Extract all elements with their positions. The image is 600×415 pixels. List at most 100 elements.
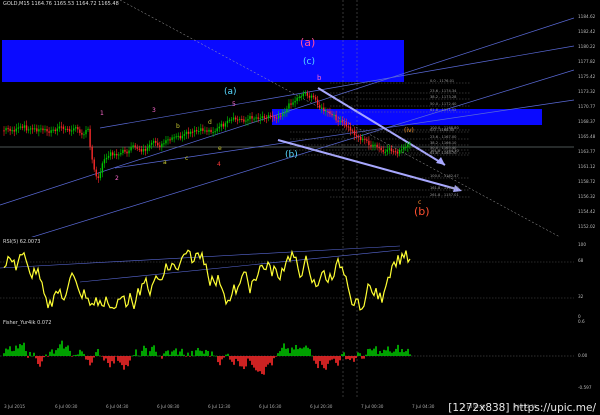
candle-body [271, 116, 274, 118]
candle-body [52, 129, 54, 131]
candle-body [23, 125, 26, 128]
candle-body [316, 99, 319, 106]
fisher-histogram-bar [171, 351, 173, 356]
fisher-histogram-bar [237, 356, 239, 362]
candle-body [222, 123, 225, 127]
candle-body [191, 131, 194, 133]
candle-body [152, 141, 155, 143]
candle-body [298, 97, 300, 99]
fisher-histogram-bar [3, 353, 5, 356]
candle-body [107, 155, 110, 158]
candle-body [224, 123, 227, 127]
fisher-histogram-bar [291, 347, 293, 356]
fisher-panel[interactable]: Fisher_Yur4ik 0.072 [0, 319, 574, 399]
time-tick-label: 6 Jul 16:30 [259, 404, 282, 409]
candle-body [5, 128, 7, 131]
fisher-histogram-bar [353, 356, 355, 362]
fisher-histogram-bar [217, 356, 219, 363]
candle-body [409, 143, 411, 145]
candle-body [150, 142, 153, 145]
rsi-tick-label: 68 [578, 258, 584, 263]
fisher-canvas[interactable] [0, 319, 574, 399]
candle-body [3, 130, 5, 132]
fisher-histogram-bar [79, 349, 81, 356]
candle-body [181, 135, 184, 139]
fisher-histogram-bar [359, 353, 361, 356]
candle-body [335, 114, 337, 121]
candle-body [62, 126, 65, 129]
fisher-histogram-bar [5, 348, 7, 356]
time-tick-label: 6 Jul 20:30 [310, 404, 333, 409]
candle-body [351, 130, 354, 132]
candle-body [341, 120, 343, 123]
wave-count-marker: c [185, 155, 188, 162]
candle-body [11, 130, 13, 132]
fisher-histogram-bar [215, 355, 217, 357]
price-tick-label: 1177.82 [578, 59, 596, 64]
candle-body [249, 116, 251, 120]
fisher-histogram-bar [229, 356, 231, 360]
candle-body [77, 127, 79, 130]
fisher-histogram-bar [119, 356, 121, 363]
candle-body [50, 130, 52, 133]
fisher-histogram-bar [149, 351, 151, 356]
candle-body [370, 145, 372, 147]
fisher-histogram-bar [221, 356, 223, 360]
fisher-histogram-bar [393, 351, 395, 356]
fisher-histogram-bar [71, 356, 73, 357]
candle-body [85, 129, 87, 135]
candle-body [296, 97, 298, 101]
fisher-histogram-bar [257, 356, 259, 372]
fisher-histogram-bar [335, 356, 337, 363]
candle-body [275, 117, 278, 119]
fisher-histogram-bar [177, 354, 179, 356]
fisher-histogram-bar [297, 349, 299, 356]
candle-body [202, 128, 204, 131]
rsi-canvas[interactable] [0, 238, 574, 317]
fib-level-label: 23.6 - 1167.00 [430, 135, 457, 139]
candle-body [27, 129, 30, 131]
fisher-histogram-bar [303, 347, 305, 356]
fib-level-label: 50.0 - 1165.40 [430, 146, 457, 150]
fisher-histogram-bar [117, 356, 119, 361]
time-tick-label: 6 Jul 04:30 [106, 404, 129, 409]
candle-body [177, 135, 179, 137]
candle-body [394, 151, 397, 153]
fisher-histogram-bar [251, 356, 253, 365]
wave-label-c-blue: (c) [303, 57, 315, 67]
resistance-zone-upper [2, 40, 404, 82]
fisher-histogram-bar [157, 355, 159, 357]
fisher-histogram-bar [351, 356, 353, 359]
fisher-histogram-bar [93, 356, 95, 358]
fib-level-label: 61.8 - 1164.70 [430, 151, 457, 155]
candle-body [185, 131, 188, 135]
fisher-histogram-bar [201, 351, 203, 356]
fisher-histogram-bar [83, 353, 85, 356]
fisher-histogram-bar [55, 350, 57, 356]
fisher-histogram-bar [307, 347, 309, 356]
candle-body [38, 129, 40, 132]
candle-body [87, 128, 89, 130]
fisher-histogram-bar [23, 342, 25, 356]
candle-body [73, 128, 75, 131]
time-tick-label: 6 Jul 00:30 [55, 404, 78, 409]
candle-body [257, 117, 259, 119]
rsi-panel[interactable]: RSI(5) 62.0073 [0, 238, 574, 317]
candle-body [398, 150, 401, 154]
rsi-tick-label: 100 [578, 242, 586, 247]
fib-level-label: 23.6 - 1174.34 [430, 89, 457, 93]
fisher-histogram-bar [367, 349, 369, 356]
fisher-histogram-bar [339, 356, 341, 361]
candle-body [366, 139, 368, 141]
candle-body [380, 147, 382, 151]
price-chart-canvas[interactable]: 1 3 5 2 4 a c d e b [0, 0, 574, 237]
fisher-histogram-bar [103, 356, 105, 361]
candle-body [306, 92, 309, 96]
candle-body [101, 163, 104, 173]
fisher-histogram-bar [265, 356, 267, 367]
fisher-histogram-bar [51, 349, 53, 356]
price-chart-panel[interactable]: GOLD,M15 1164.76 1165.53 1164.72 1165.48… [0, 0, 574, 237]
candle-body [105, 157, 108, 160]
fisher-histogram-bar [63, 348, 65, 356]
time-tick-label: 7 Jul 04:30 [412, 404, 435, 409]
